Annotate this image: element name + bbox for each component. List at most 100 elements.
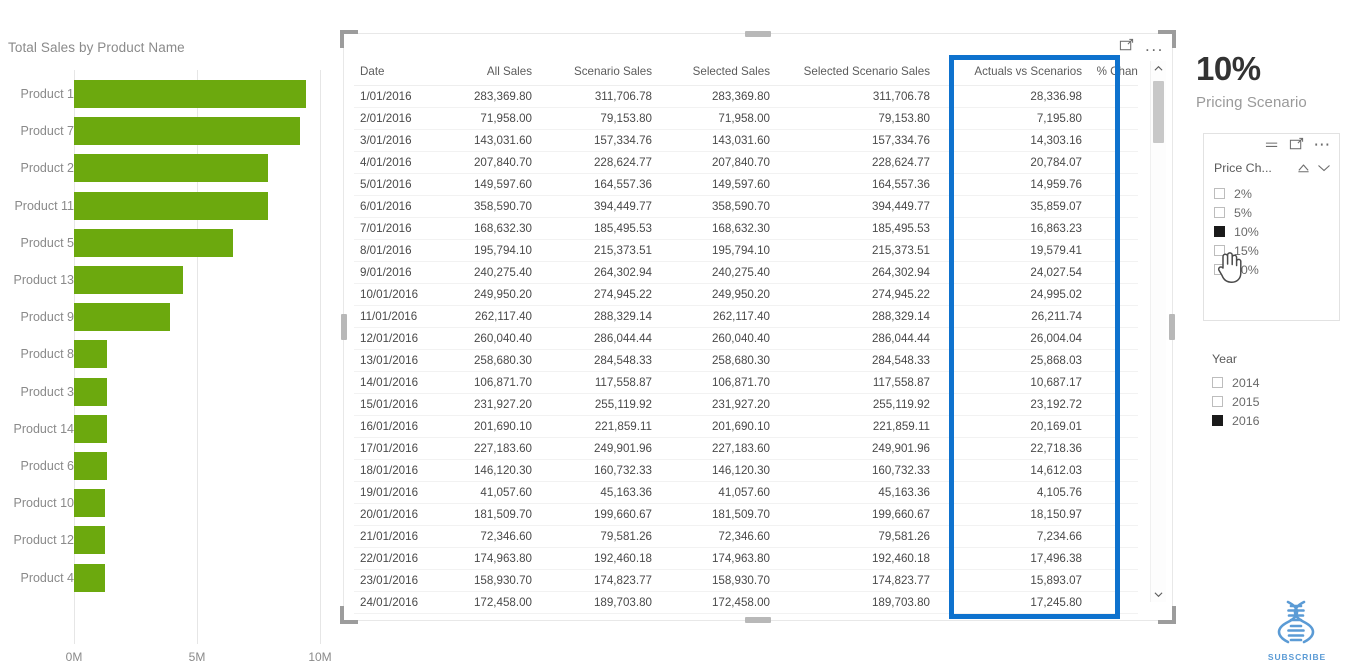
filter-list-icon[interactable]	[1265, 138, 1280, 152]
price-slicer-toolbar[interactable]: ⋯	[1265, 137, 1332, 152]
bar[interactable]	[74, 452, 107, 480]
bar-row[interactable]: Product 7	[0, 113, 336, 149]
table-row[interactable]: 8/01/2016195,794.10215,373.51195,794.102…	[354, 240, 1138, 262]
table-row[interactable]: 3/01/2016143,031.60157,334.76143,031.601…	[354, 130, 1138, 152]
table-row[interactable]: 23/01/2016158,930.70174,823.77158,930.70…	[354, 570, 1138, 592]
bar-row[interactable]: Product 12	[0, 522, 336, 558]
table-row[interactable]: 25/01/2016179,915.10197,906.61179,915.10…	[354, 614, 1138, 615]
bar-row[interactable]: Product 4	[0, 560, 336, 596]
checkbox-icon[interactable]	[1212, 396, 1223, 407]
table-vertical-scrollbar[interactable]	[1150, 61, 1166, 602]
focus-mode-icon[interactable]	[1289, 137, 1304, 152]
bar[interactable]	[74, 415, 107, 443]
column-header[interactable]: Actuals vs Scenarios	[939, 62, 1091, 86]
table-row[interactable]: 15/01/2016231,927.20255,119.92231,927.20…	[354, 394, 1138, 416]
table-row[interactable]: 20/01/2016181,509.70199,660.67181,509.70…	[354, 504, 1138, 526]
table-row[interactable]: 24/01/2016172,458.00189,703.80172,458.00…	[354, 592, 1138, 614]
table-row[interactable]: 2/01/201671,958.0079,153.8071,958.0079,1…	[354, 108, 1138, 130]
table-row[interactable]: 14/01/2016106,871.70117,558.87106,871.70…	[354, 372, 1138, 394]
column-header[interactable]: All Sales	[436, 62, 541, 86]
column-header[interactable]: % Change w/Pricing Scenario	[1091, 62, 1138, 86]
table-row[interactable]: 12/01/2016260,040.40286,044.44260,040.40…	[354, 328, 1138, 350]
checkbox-icon[interactable]	[1212, 415, 1223, 426]
price-slicer-item[interactable]: 10%	[1214, 222, 1333, 241]
table-row[interactable]: 4/01/2016207,840.70228,624.77207,840.702…	[354, 152, 1138, 174]
table-row[interactable]: 16/01/2016201,690.10221,859.11201,690.10…	[354, 416, 1138, 438]
bar[interactable]	[74, 303, 170, 331]
checkbox-icon[interactable]	[1214, 245, 1225, 256]
bar[interactable]	[74, 378, 107, 406]
bar-row[interactable]: Product 3	[0, 374, 336, 410]
bar[interactable]	[74, 117, 300, 145]
resize-handle-right[interactable]	[1169, 314, 1175, 340]
bar[interactable]	[74, 564, 105, 592]
price-slicer-item[interactable]: 5%	[1214, 203, 1333, 222]
checkbox-icon[interactable]	[1214, 226, 1225, 237]
column-header[interactable]: Date	[354, 62, 436, 86]
bar-row[interactable]: Product 6	[0, 448, 336, 484]
table-row[interactable]: 6/01/2016358,590.70394,449.77358,590.703…	[354, 196, 1138, 218]
bar-row[interactable]: Product 11	[0, 188, 336, 224]
total-sales-by-product-chart[interactable]: Total Sales by Product Name Product 1Pro…	[0, 30, 336, 660]
checkbox-icon[interactable]	[1214, 188, 1225, 199]
year-slicer-item[interactable]: 2016	[1212, 411, 1342, 430]
bar[interactable]	[74, 80, 306, 108]
price-slicer-item[interactable]: 20%	[1214, 260, 1333, 279]
column-header[interactable]: Selected Scenario Sales	[779, 62, 939, 86]
table-row[interactable]: 11/01/2016262,117.40288,329.14262,117.40…	[354, 306, 1138, 328]
bar-row[interactable]: Product 8	[0, 336, 336, 372]
resize-handle-bottom-right[interactable]	[1158, 606, 1176, 624]
price-slicer-item[interactable]: 15%	[1214, 241, 1333, 260]
chevron-down-icon[interactable]	[1317, 163, 1331, 173]
scrollbar-thumb[interactable]	[1153, 81, 1164, 143]
table-scroll-area[interactable]: DateAll SalesScenario SalesSelected Sale…	[354, 62, 1138, 614]
bar[interactable]	[74, 526, 105, 554]
data-table[interactable]: DateAll SalesScenario SalesSelected Sale…	[354, 62, 1138, 614]
focus-mode-icon[interactable]	[1119, 38, 1134, 53]
column-header[interactable]: Selected Sales	[661, 62, 779, 86]
year-slicer[interactable]: Year 201420152016	[1212, 352, 1342, 430]
clear-selections-eraser-icon[interactable]	[1296, 162, 1311, 175]
table-row[interactable]: 19/01/201641,057.6045,163.3641,057.6045,…	[354, 482, 1138, 504]
bar-row[interactable]: Product 14	[0, 411, 336, 447]
bar-row[interactable]: Product 13	[0, 262, 336, 298]
bar[interactable]	[74, 340, 107, 368]
scenario-table-visual[interactable]: ... DateAll SalesScenario SalesSelected …	[343, 33, 1173, 621]
bar-row[interactable]: Product 10	[0, 485, 336, 521]
table-row[interactable]: 7/01/2016168,632.30185,495.53168,632.301…	[354, 218, 1138, 240]
resize-handle-bottom[interactable]	[745, 617, 771, 623]
column-header[interactable]: Scenario Sales	[541, 62, 661, 86]
year-slicer-item[interactable]: 2015	[1212, 392, 1342, 411]
price-slicer-item[interactable]: 2%	[1214, 184, 1333, 203]
resize-handle-bottom-left[interactable]	[340, 606, 358, 624]
resize-handle-top[interactable]	[745, 31, 771, 37]
bar[interactable]	[74, 489, 105, 517]
price-change-slicer[interactable]: ⋯ Price Ch... 2%5%10%15%20%	[1203, 133, 1340, 321]
table-row[interactable]: 10/01/2016249,950.20274,945.22249,950.20…	[354, 284, 1138, 306]
table-row[interactable]: 13/01/2016258,680.30284,548.33258,680.30…	[354, 350, 1138, 372]
checkbox-icon[interactable]	[1212, 377, 1223, 388]
table-row[interactable]: 22/01/2016174,963.80192,460.18174,963.80…	[354, 548, 1138, 570]
table-row[interactable]: 5/01/2016149,597.60164,557.36149,597.601…	[354, 174, 1138, 196]
scroll-up-icon[interactable]	[1151, 61, 1166, 76]
table-row[interactable]: 9/01/2016240,275.40264,302.94240,275.402…	[354, 262, 1138, 284]
bar[interactable]	[74, 266, 183, 294]
checkbox-icon[interactable]	[1214, 207, 1225, 218]
resize-handle-top-right[interactable]	[1158, 30, 1176, 48]
resize-handle-left[interactable]	[341, 314, 347, 340]
more-options-icon[interactable]: ⋯	[1313, 140, 1332, 150]
bar-row[interactable]: Product 1	[0, 76, 336, 112]
bar[interactable]	[74, 154, 268, 182]
scroll-down-icon[interactable]	[1151, 587, 1166, 602]
year-slicer-items[interactable]: 201420152016	[1212, 373, 1342, 430]
resize-handle-top-left[interactable]	[340, 30, 358, 48]
checkbox-icon[interactable]	[1214, 264, 1225, 275]
bar[interactable]	[74, 229, 233, 257]
bar-row[interactable]: Product 2	[0, 150, 336, 186]
table-row[interactable]: 17/01/2016227,183.60249,901.96227,183.60…	[354, 438, 1138, 460]
price-slicer-items[interactable]: 2%5%10%15%20%	[1214, 184, 1333, 279]
bar-row[interactable]: Product 5	[0, 225, 336, 261]
bar-row[interactable]: Product 9	[0, 299, 336, 335]
year-slicer-item[interactable]: 2014	[1212, 373, 1342, 392]
bar[interactable]	[74, 192, 268, 220]
